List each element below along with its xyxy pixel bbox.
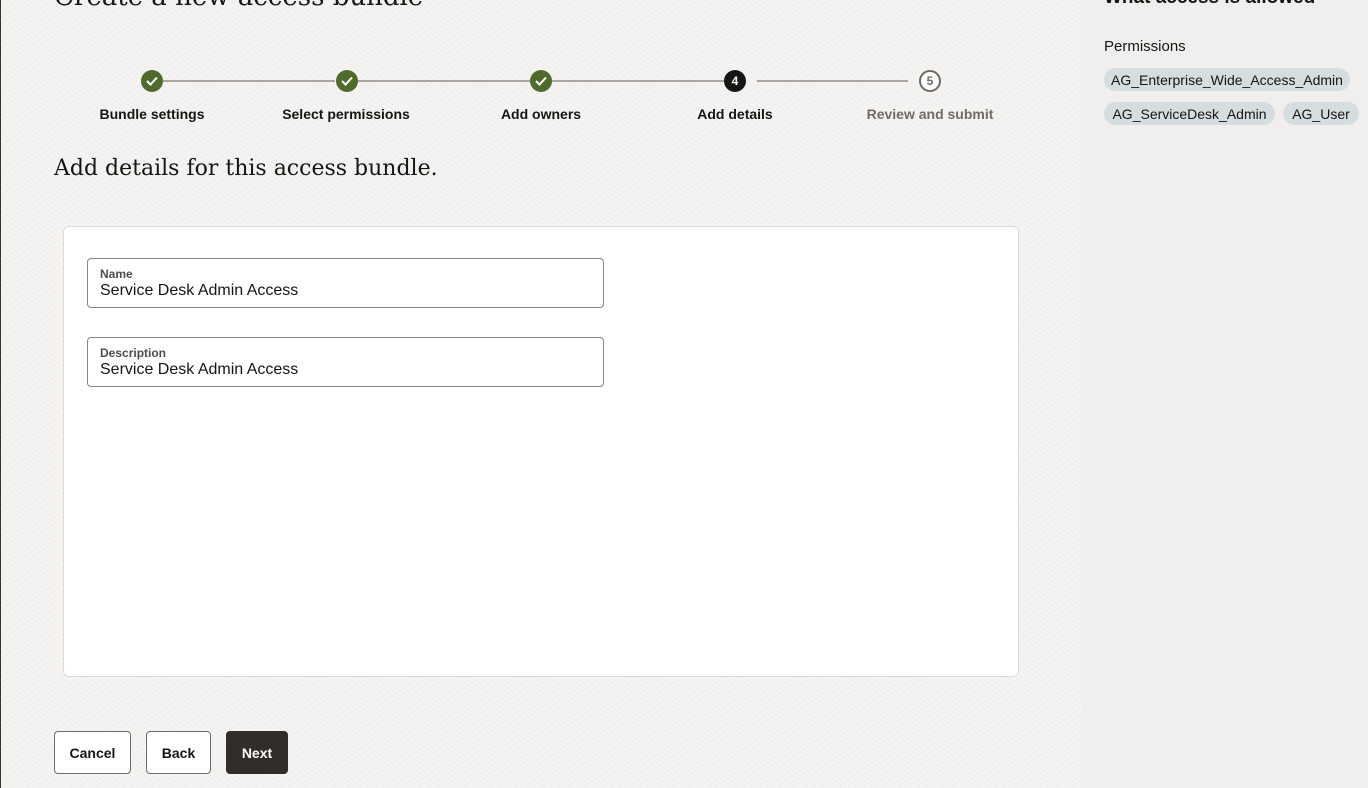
cancel-button[interactable]: Cancel [54, 731, 131, 774]
check-icon [535, 76, 547, 86]
name-field-value[interactable]: Service Desk Admin Access [100, 282, 298, 300]
wizard-stepper: 4 5 Bundle settings Select permissions A… [1, 0, 1081, 130]
step-connector [757, 80, 908, 82]
description-field[interactable]: Description Service Desk Admin Access [87, 337, 604, 387]
step-connector [358, 80, 530, 82]
permissions-label: Permissions [1104, 38, 1186, 55]
step-5-number: 5 [919, 70, 941, 92]
check-icon [146, 76, 158, 86]
section-heading: Add details for this access bundle. [54, 156, 438, 181]
side-panel-title: What access is allowed [1104, 0, 1315, 9]
permission-chip: AG_ServiceDesk_Admin [1104, 102, 1275, 125]
permission-chip: AG_User [1283, 102, 1359, 125]
name-field-label: Name [100, 267, 133, 281]
permission-chip: AG_Enterprise_Wide_Access_Admin [1104, 68, 1350, 91]
step-4-current-number: 4 [724, 70, 746, 92]
check-icon [341, 76, 353, 86]
step-connector [163, 80, 335, 82]
side-panel: What access is allowed Permissions AG_En… [1081, 0, 1368, 788]
step-label-bundle-settings[interactable]: Bundle settings [52, 106, 252, 122]
back-button[interactable]: Back [146, 731, 211, 774]
step-1-complete-icon [141, 70, 163, 92]
name-field[interactable]: Name Service Desk Admin Access [87, 258, 604, 308]
next-button[interactable]: Next [226, 731, 288, 774]
description-field-label: Description [100, 346, 167, 360]
description-field-value[interactable]: Service Desk Admin Access [100, 361, 298, 379]
step-label-review-and-submit: Review and submit [866, 106, 994, 122]
step-label-select-permissions[interactable]: Select permissions [246, 106, 446, 122]
step-2-complete-icon [336, 70, 358, 92]
step-label-add-details: Add details [697, 106, 773, 122]
details-form-card: Name Service Desk Admin Access Descripti… [63, 226, 1019, 677]
main-content: Create a new access bundle 4 5 Bundle se… [1, 0, 1081, 788]
step-label-add-owners[interactable]: Add owners [441, 106, 641, 122]
step-3-complete-icon [530, 70, 552, 92]
step-connector [552, 80, 724, 82]
